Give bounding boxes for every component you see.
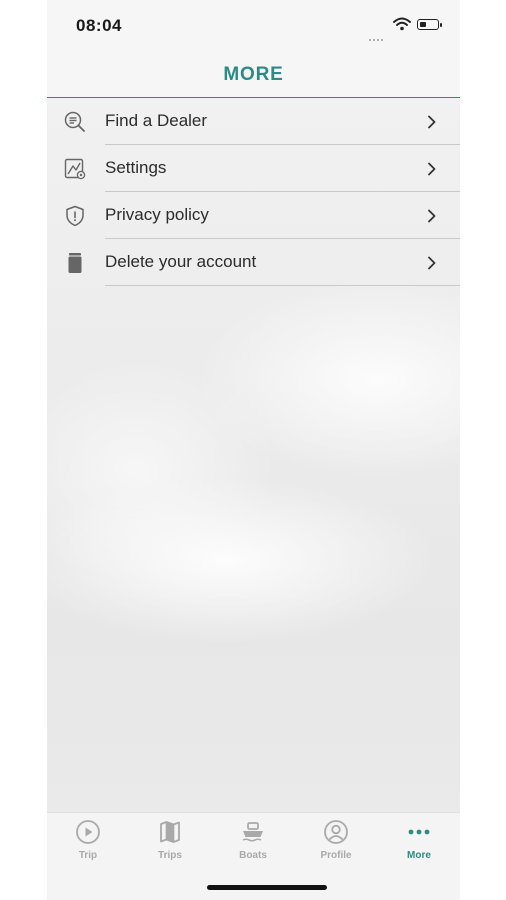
tab-label: Boats [239, 850, 267, 861]
battery-icon [417, 19, 442, 30]
menu-item-settings[interactable]: Settings [47, 145, 460, 192]
search-list-icon [64, 111, 85, 132]
tab-profile[interactable]: Profile [306, 819, 366, 869]
chevron-right-icon [428, 256, 436, 270]
home-indicator[interactable] [207, 885, 327, 890]
tab-label: Trips [158, 850, 182, 861]
profile-icon [324, 820, 348, 844]
trash-icon [68, 253, 82, 273]
map-icon [160, 821, 180, 843]
tab-label: More [407, 850, 431, 861]
more-dots-icon [408, 829, 430, 835]
menu-item-label: Settings [105, 158, 167, 177]
chevron-right-icon [428, 162, 436, 176]
tab-label: Profile [320, 850, 352, 861]
boat-icon [242, 822, 263, 842]
menu-item-delete-account[interactable]: Delete your account [47, 239, 460, 286]
menu-item-label: Privacy policy [105, 205, 209, 224]
more-menu: Find a Dealer Settings Privacy policy De… [47, 98, 460, 286]
page-header: MORE [47, 50, 460, 98]
chevron-right-icon [428, 209, 436, 223]
play-circle-icon [76, 820, 100, 844]
settings-icon [64, 158, 86, 180]
tab-bar: Trip Trips Boats Profile More [47, 812, 460, 900]
chevron-right-icon [428, 115, 436, 129]
tab-more[interactable]: More [389, 819, 449, 869]
signal-icon [369, 28, 389, 41]
tab-boats[interactable]: Boats [223, 819, 283, 869]
shield-icon [66, 205, 84, 227]
status-time: 08:04 [76, 16, 122, 35]
tab-trip[interactable]: Trip [58, 819, 118, 869]
divider [105, 285, 460, 286]
menu-item-label: Find a Dealer [105, 111, 208, 130]
tab-label: Trip [78, 850, 98, 861]
tab-trips[interactable]: Trips [140, 819, 200, 869]
status-bar: 08:04 [47, 0, 460, 50]
menu-item-find-dealer[interactable]: Find a Dealer [47, 98, 460, 145]
phone-screen: 08:04 MORE Find a Dealer Settings Privac… [47, 0, 460, 900]
menu-item-label: Delete your account [105, 252, 257, 271]
menu-item-privacy-policy[interactable]: Privacy policy [47, 192, 460, 239]
page-title: MORE [223, 64, 284, 85]
wifi-icon [393, 17, 411, 31]
